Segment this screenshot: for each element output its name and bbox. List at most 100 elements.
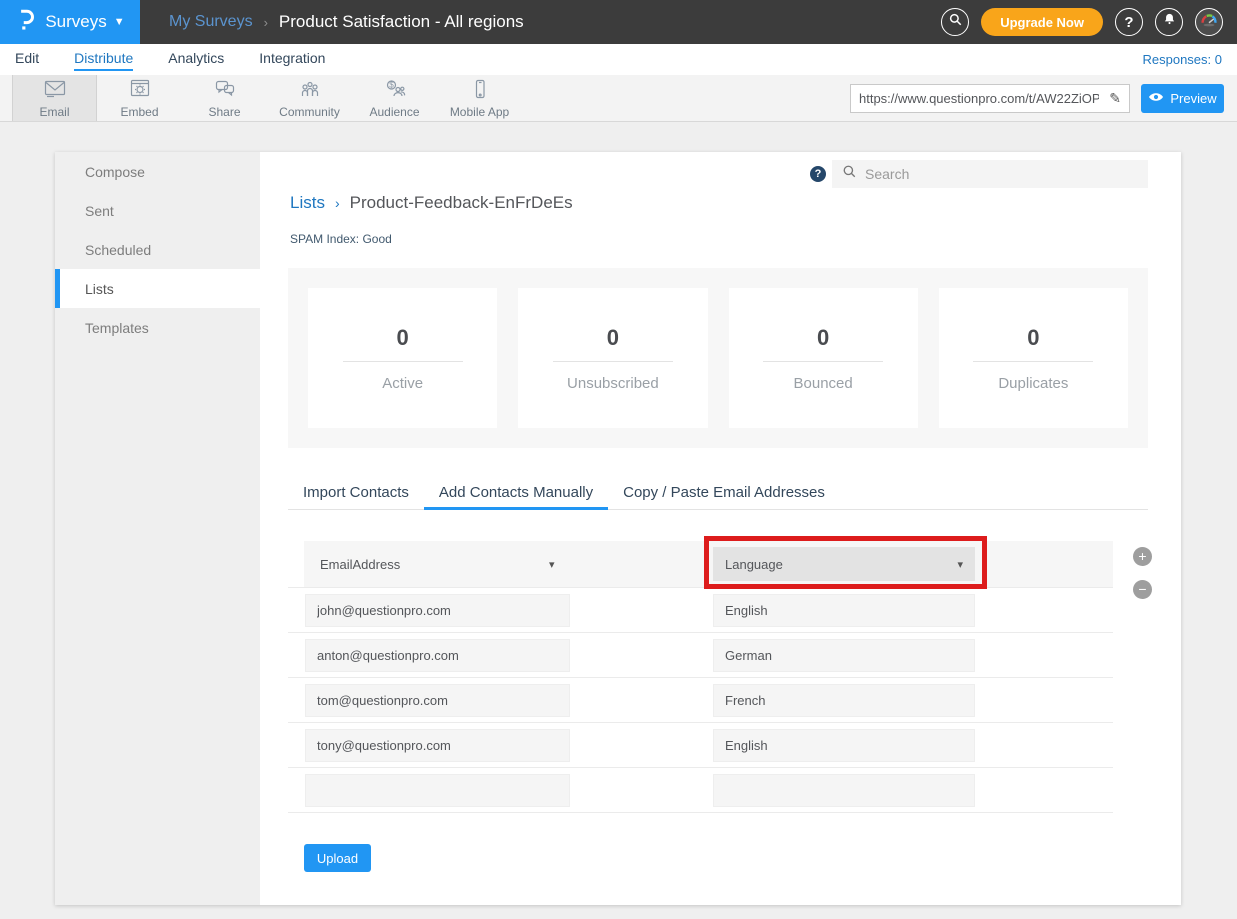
email-icon	[43, 78, 67, 103]
chevron-down-icon: ▼	[114, 16, 125, 28]
stat-value: 0	[817, 325, 829, 351]
question-mark-icon: ?	[815, 168, 822, 180]
svg-text:$: $	[389, 80, 394, 89]
language-field[interactable]	[713, 594, 975, 627]
contact-rows	[288, 587, 1113, 813]
add-row-button[interactable]: +	[1133, 547, 1152, 566]
toolbar-item-embed[interactable]: Embed	[97, 75, 182, 121]
list-breadcrumb: Lists › Product-Feedback-EnFrDeEs	[290, 193, 573, 213]
tab-copy-paste-email-addresses[interactable]: Copy / Paste Email Addresses	[608, 478, 840, 510]
bell-icon	[1162, 12, 1177, 32]
question-mark-icon: ?	[1124, 14, 1133, 31]
contact-row	[288, 678, 1113, 723]
responses-count[interactable]: Responses: 0	[1143, 52, 1223, 67]
toolbar-item-label: Embed	[120, 105, 158, 119]
contact-row	[288, 768, 1113, 813]
search-icon	[842, 164, 857, 184]
questionpro-logo-icon	[15, 8, 36, 37]
stat-card-bounced: 0 Bounced	[729, 288, 918, 428]
email-field[interactable]	[305, 774, 570, 807]
eye-icon	[1148, 91, 1164, 106]
stat-value: 0	[1027, 325, 1039, 351]
spam-index: SPAM Index: Good	[290, 232, 392, 246]
share-icon	[213, 78, 237, 103]
embed-icon	[128, 78, 152, 103]
toolbar-item-label: Share	[208, 105, 240, 119]
pencil-icon: ✎	[1109, 90, 1121, 106]
sidebar-item-templates[interactable]: Templates	[55, 308, 260, 347]
email-lists-panel: Compose Sent Scheduled Lists Templates ?…	[55, 152, 1181, 905]
preview-button[interactable]: Preview	[1141, 84, 1224, 113]
email-field[interactable]	[305, 684, 570, 717]
email-column-label: EmailAddress	[320, 557, 400, 572]
language-field[interactable]	[713, 684, 975, 717]
sidebar-item-sent[interactable]: Sent	[55, 191, 260, 230]
language-column-select[interactable]: Language ▾	[713, 547, 975, 581]
email-field[interactable]	[305, 729, 570, 762]
tab-integration[interactable]: Integration	[259, 50, 325, 69]
list-search-box	[832, 160, 1148, 188]
breadcrumb-my-surveys[interactable]: My Surveys	[169, 13, 253, 31]
notifications-button[interactable]	[1155, 8, 1183, 36]
stat-label: Active	[382, 375, 423, 392]
email-sidebar: Compose Sent Scheduled Lists Templates	[55, 152, 260, 905]
toolbar-item-label: Email	[39, 105, 69, 119]
tab-add-contacts-manually[interactable]: Add Contacts Manually	[424, 478, 608, 510]
stat-card-duplicates: 0 Duplicates	[939, 288, 1128, 428]
toolbar-item-mobile-app[interactable]: Mobile App	[437, 75, 522, 121]
header-actions: Upgrade Now ?	[941, 8, 1237, 36]
stat-card-active: 0 Active	[308, 288, 497, 428]
contact-row	[288, 633, 1113, 678]
toolbar-item-email[interactable]: Email	[12, 75, 97, 121]
list-help-button[interactable]: ?	[810, 166, 826, 182]
list-name: Product-Feedback-EnFrDeEs	[350, 193, 573, 213]
toolbar-item-community[interactable]: Community	[267, 75, 352, 121]
breadcrumb-separator-icon: ›	[264, 15, 268, 30]
stat-label: Bounced	[794, 375, 853, 392]
breadcrumb: My Surveys › Product Satisfaction - All …	[169, 12, 524, 32]
remove-row-button[interactable]: −	[1133, 580, 1152, 599]
sidebar-item-lists[interactable]: Lists	[55, 269, 260, 308]
product-label: Surveys	[45, 12, 106, 32]
language-field[interactable]	[713, 639, 975, 672]
search-button[interactable]	[941, 8, 969, 36]
list-stats: 0 Active 0 Unsubscribed 0 Bounced 0 Dupl…	[288, 268, 1148, 448]
search-input[interactable]	[865, 166, 1138, 182]
tab-edit[interactable]: Edit	[15, 50, 39, 69]
email-field[interactable]	[305, 639, 570, 672]
user-avatar[interactable]	[1195, 8, 1223, 36]
divider	[343, 361, 463, 362]
column-mapping-header: EmailAddress ▾ Language ▾	[304, 541, 1113, 587]
preview-label: Preview	[1170, 91, 1216, 106]
product-switcher[interactable]: Surveys ▼	[0, 0, 140, 44]
survey-section-nav: Edit Distribute Analytics Integration Re…	[0, 44, 1237, 75]
language-column-label: Language	[725, 557, 783, 572]
sidebar-item-scheduled[interactable]: Scheduled	[55, 230, 260, 269]
language-field[interactable]	[713, 774, 975, 807]
edit-url-button[interactable]: ✎	[1101, 90, 1129, 107]
upgrade-now-button[interactable]: Upgrade Now	[981, 8, 1103, 36]
stat-label: Duplicates	[998, 375, 1068, 392]
gauge-avatar-icon	[1198, 9, 1220, 36]
breadcrumb-lists-link[interactable]: Lists	[290, 193, 325, 213]
tab-import-contacts[interactable]: Import Contacts	[288, 478, 424, 510]
search-icon	[948, 12, 963, 32]
breadcrumb-separator-icon: ›	[335, 195, 340, 211]
stat-value: 0	[607, 325, 619, 351]
stat-card-unsubscribed: 0 Unsubscribed	[518, 288, 707, 428]
email-field[interactable]	[305, 594, 570, 627]
toolbar-item-audience[interactable]: $ Audience	[352, 75, 437, 121]
stat-label: Unsubscribed	[567, 375, 659, 392]
survey-url-input[interactable]	[851, 91, 1101, 106]
help-button[interactable]: ?	[1115, 8, 1143, 36]
toolbar-item-label: Mobile App	[450, 105, 509, 119]
upload-button[interactable]: Upload	[304, 844, 371, 872]
language-field[interactable]	[713, 729, 975, 762]
lists-content: ? Lists › Product-Feedback-EnFrDeEs SPAM…	[260, 152, 1181, 905]
toolbar-item-label: Community	[279, 105, 340, 119]
tab-analytics[interactable]: Analytics	[168, 50, 224, 69]
email-column-select[interactable]: EmailAddress ▾	[304, 541, 584, 587]
toolbar-item-share[interactable]: Share	[182, 75, 267, 121]
sidebar-item-compose[interactable]: Compose	[55, 152, 260, 191]
tab-distribute[interactable]: Distribute	[74, 50, 133, 71]
